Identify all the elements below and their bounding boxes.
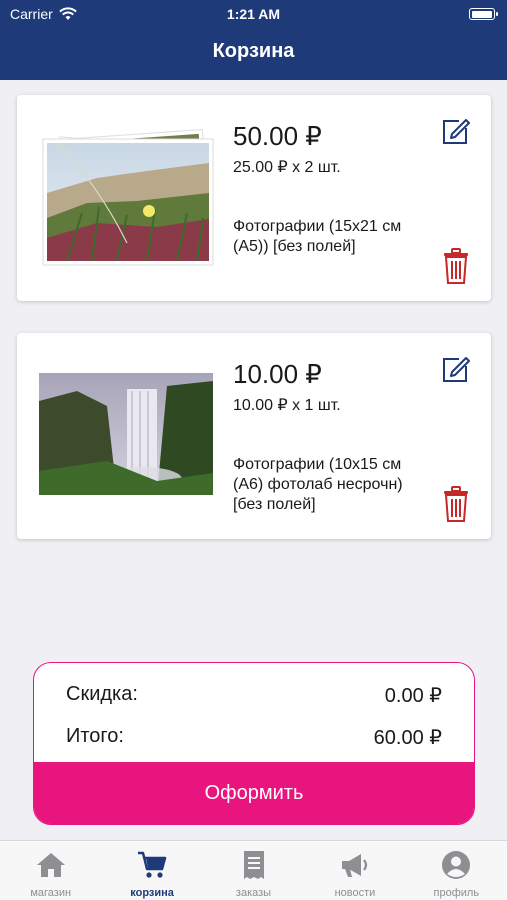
battery-level — [471, 10, 492, 18]
status-bar: Carrier 1:21 AM — [0, 0, 507, 28]
battery-icon — [469, 8, 498, 20]
tab-profile[interactable]: профиль — [406, 841, 507, 900]
cart-item: 50.00 ₽ 25.00 ₽ x 2 шт. Фотографии (15x2… — [17, 95, 491, 301]
photo-waterfall-thumbnail — [37, 371, 215, 497]
cart-item: 10.00 ₽ 10.00 ₽ x 1 шт. Фотографии (10x1… — [17, 333, 491, 539]
tab-label: новости — [334, 887, 376, 899]
discount-row: Скидка: 0.00 ₽ — [66, 683, 442, 708]
receipt-icon — [243, 851, 264, 879]
edit-icon[interactable] — [439, 115, 471, 147]
total-value: 60.00 ₽ — [373, 727, 442, 749]
tab-cart[interactable]: корзина — [101, 841, 202, 900]
total-label: Итого: — [66, 725, 124, 747]
tab-shop[interactable]: магазин — [0, 841, 101, 900]
profile-icon — [442, 851, 471, 879]
trash-icon[interactable] — [441, 247, 471, 285]
discount-value: 0.00 ₽ — [384, 685, 442, 707]
item-price: 50.00 ₽ — [233, 121, 322, 151]
page-title: Корзина — [212, 40, 295, 62]
trash-icon[interactable] — [441, 485, 471, 523]
item-description: Фотографии (15x21 см (А5)) [без полей] — [233, 218, 402, 255]
edit-icon[interactable] — [439, 353, 471, 385]
checkout-button[interactable]: Оформить — [34, 762, 474, 824]
item-unit-quantity: 10.00 ₽ x 1 шт. — [233, 397, 341, 414]
status-time: 1:21 AM — [226, 6, 281, 22]
home-icon — [36, 853, 65, 877]
item-description: Фотографии (10x15 см (А6) фотолаб несроч… — [233, 456, 403, 513]
tab-news[interactable]: новости — [304, 841, 405, 900]
tab-orders[interactable]: заказы — [203, 841, 304, 900]
tab-label: заказы — [235, 887, 272, 899]
total-row: Итого: 60.00 ₽ — [66, 725, 442, 750]
app-header: Carrier 1:21 AM Корзина — [0, 0, 507, 80]
discount-label: Скидка: — [66, 683, 138, 705]
megaphone-icon — [341, 854, 368, 877]
item-price: 10.00 ₽ — [233, 359, 322, 389]
order-summary: Скидка: 0.00 ₽ Итого: 60.00 ₽ Оформить — [33, 662, 475, 825]
tab-bar: магазин корзина заказы новости профиль — [0, 840, 507, 900]
tab-label: магазин — [30, 887, 72, 899]
tab-label: профиль — [433, 887, 480, 899]
item-unit-quantity: 25.00 ₽ x 2 шт. — [233, 159, 341, 176]
photo-stack-thumbnail — [42, 129, 214, 266]
tab-label: корзина — [130, 887, 174, 899]
cart-icon — [138, 851, 167, 878]
